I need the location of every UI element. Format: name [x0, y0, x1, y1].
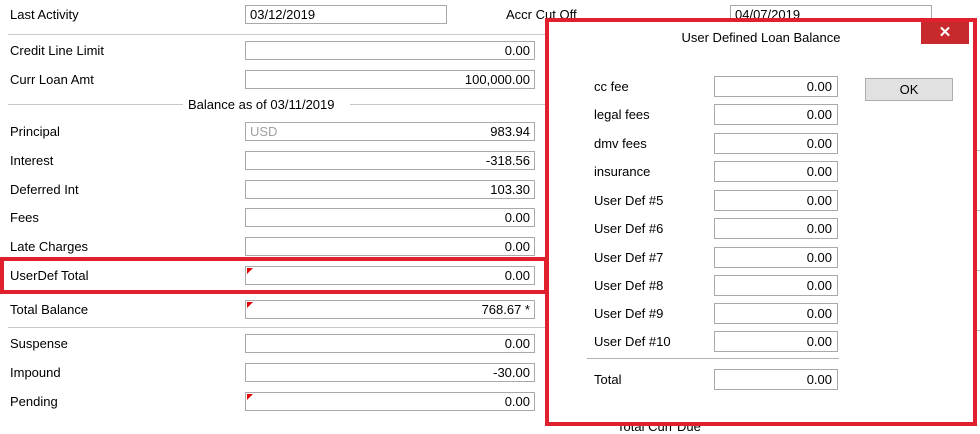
flag-icon [247, 268, 253, 274]
late-charges-field[interactable]: 0.00 [245, 237, 535, 256]
flag-icon [247, 394, 253, 400]
last-activity-field[interactable]: 03/12/2019 [245, 5, 447, 24]
impound-label: Impound [10, 365, 61, 380]
divider [8, 104, 183, 105]
pending-value: 0.00 [504, 394, 530, 409]
currency-code: USD [250, 124, 278, 139]
deferred-int-label: Deferred Int [10, 182, 79, 197]
principal-label: Principal [10, 124, 60, 139]
divider [350, 104, 548, 105]
userdef-total-label: UserDef Total [10, 268, 89, 283]
fees-field[interactable]: 0.00 [245, 208, 535, 227]
last-activity-label: Last Activity [10, 7, 79, 22]
dialog-highlight [545, 18, 977, 426]
divider [8, 34, 548, 35]
total-balance-label: Total Balance [10, 302, 89, 317]
credit-line-limit-label: Credit Line Limit [10, 43, 104, 58]
suspense-field[interactable]: 0.00 [245, 334, 535, 353]
late-charges-label: Late Charges [10, 239, 89, 254]
principal-value: 983.94 [490, 124, 530, 139]
curr-loan-amt-field[interactable]: 100,000.00 [245, 70, 535, 89]
credit-line-limit-field[interactable]: 0.00 [245, 41, 535, 60]
curr-loan-amt-label: Curr Loan Amt [10, 72, 94, 87]
impound-field[interactable]: -30.00 [245, 363, 535, 382]
interest-field[interactable]: -318.56 [245, 151, 535, 170]
pending-field[interactable]: 0.00 [245, 392, 535, 411]
flag-icon [247, 302, 253, 308]
deferred-int-field[interactable]: 103.30 [245, 180, 535, 199]
principal-field[interactable]: USD 983.94 [245, 122, 535, 141]
interest-label: Interest [10, 153, 54, 168]
total-balance-value: 768.67 * [481, 302, 530, 317]
userdef-total-field[interactable]: 0.00 [245, 266, 535, 285]
suspense-label: Suspense [10, 336, 68, 351]
fees-label: Fees [10, 210, 39, 225]
balance-header: Balance as of 03/11/2019 [188, 97, 335, 112]
userdef-total-value: 0.00 [504, 268, 530, 283]
divider [8, 327, 548, 328]
total-balance-field[interactable]: 768.67 * [245, 300, 535, 319]
pending-label: Pending [10, 394, 58, 409]
